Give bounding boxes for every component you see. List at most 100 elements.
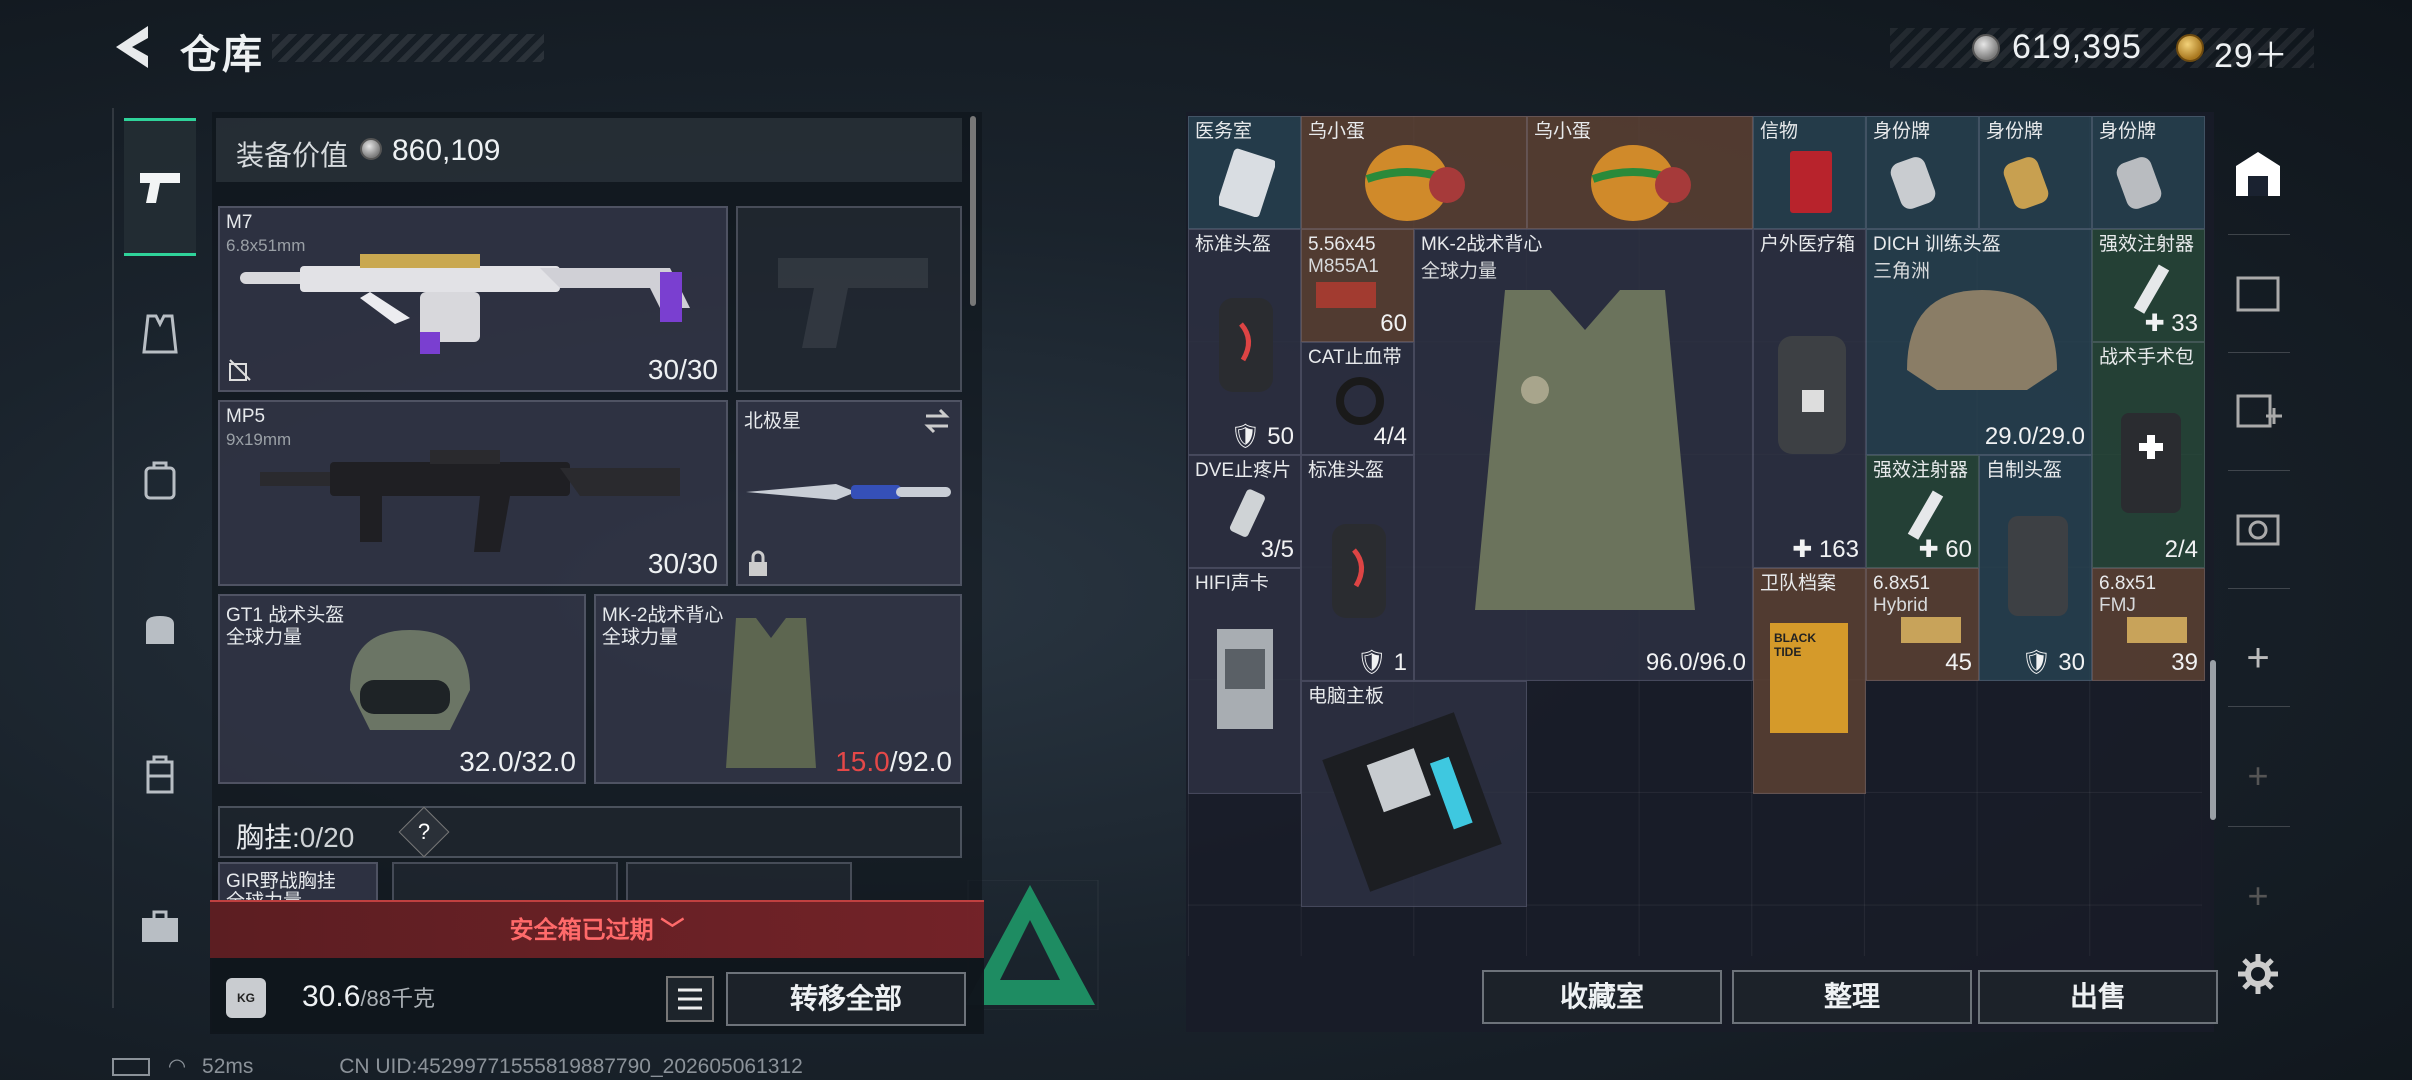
chest-rig-slot-empty[interactable] — [392, 862, 618, 902]
vest-icon — [726, 618, 816, 768]
storage-item-guard-archive[interactable]: 卫队档案 BLACK TIDE — [1753, 568, 1866, 794]
vest-nav-icon[interactable] — [138, 312, 182, 356]
pistol-slot[interactable] — [736, 206, 962, 392]
storage-item-ammo-fmj[interactable]: 6.8x51 FMJ 39 — [2092, 568, 2205, 681]
sell-button[interactable]: 出售 — [1978, 970, 2218, 1024]
storage-page-camera-icon[interactable] — [2230, 500, 2286, 556]
gt1-helmet-icon — [350, 630, 470, 730]
uid-text: CN UID:4529977155581988​7790_20260506131… — [339, 1055, 803, 1078]
helmet-faction: 全球力量 — [226, 627, 303, 648]
back-arrow-icon[interactable] — [110, 22, 156, 72]
storage-item-hifi-card[interactable]: HIFI声卡 — [1188, 568, 1301, 794]
storage-item-dogtag[interactable]: 身份牌 — [1979, 116, 2092, 229]
storage-item-ammo-556[interactable]: 5.56x45 M855A1 60 — [1301, 229, 1414, 342]
warehouse-icon[interactable] — [2230, 146, 2286, 202]
storage-item-medkit[interactable]: 户外医疗箱 ✚ 163 — [1753, 229, 1866, 568]
storage-item-dich-helmet[interactable]: DICH 训练头盔 三角洲 29.0/29.0 — [1866, 229, 2092, 455]
bag-nav-icon[interactable] — [138, 606, 182, 650]
item-count: ✚ 33 — [2144, 310, 2198, 337]
motherboard-icon — [1322, 712, 1502, 892]
divider — [2228, 706, 2290, 707]
vest-slot[interactable]: MK-2战术背心 全球力量 15.0/92.0 — [594, 594, 962, 784]
item-name: 身份牌 — [1986, 121, 2044, 142]
equipment-scrollbar[interactable] — [970, 116, 976, 306]
item-name: 电脑主板 — [1308, 686, 1385, 707]
item-name: 标准头盔 — [1308, 460, 1385, 481]
surgery-kit-icon — [2121, 413, 2181, 513]
collection-room-button[interactable]: 收藏室 — [1482, 970, 1722, 1024]
storage-page-add-icon[interactable] — [2230, 382, 2286, 438]
list-icon — [678, 988, 702, 1010]
mp5-smg-icon — [260, 450, 680, 552]
toolbox-nav-icon[interactable] — [138, 904, 182, 948]
status-bar: ◠ 52ms CN UID:4529977155581988​7790_2026… — [112, 1054, 803, 1079]
storage-item-injector[interactable]: 强效注射器 ✚ 60 — [1866, 455, 1979, 568]
storage-item-injector[interactable]: 强效注射器 ✚ 33 — [2092, 229, 2205, 342]
melee-name: 北极星 — [744, 411, 802, 432]
item-count-value: 1 — [1393, 649, 1407, 676]
chest-rig-label-text: 胸挂: — [236, 822, 300, 853]
item-uses: 4/4 — [1373, 423, 1407, 450]
melee-slot[interactable]: 北极星 — [736, 400, 962, 586]
list-button[interactable] — [666, 976, 714, 1022]
storage-item-standard-helmet[interactable]: 标准头盔 🛡 50 — [1188, 229, 1301, 455]
storage-item-dogtag[interactable]: 身份牌 — [1866, 116, 1979, 229]
dogtag-icon — [1890, 157, 1936, 209]
page-title: 仓库 — [180, 33, 264, 77]
item-name: 自制头盔 — [1986, 460, 2063, 481]
chest-rig-item[interactable]: GIR野战胸挂 全球力量 — [218, 862, 378, 902]
item-durability: 29.0/29.0 — [1984, 423, 2085, 450]
item-name: 信物 — [1760, 121, 1799, 142]
storage-item-clinic[interactable]: 医务室 — [1188, 116, 1301, 229]
storage-scrollbar[interactable] — [2210, 660, 2216, 820]
gold-amount[interactable]: 29＋ — [2214, 28, 2289, 77]
storage-item-surgery-kit[interactable]: 战术手术包 2/4 — [2092, 342, 2205, 568]
vest-faction: 全球力量 — [602, 627, 679, 648]
safe-box-expired-banner[interactable]: 安全箱已过期 ﹀ — [210, 900, 984, 958]
nav-weapons[interactable] — [124, 118, 196, 256]
item-name: 医务室 — [1195, 121, 1253, 142]
pistol-silhouette-icon — [778, 258, 928, 348]
item-name: 身份牌 — [1873, 121, 1931, 142]
backpack-nav-icon[interactable] — [138, 458, 182, 502]
storage-item-ammo-hybrid[interactable]: 6.8x51 Hybrid 45 — [1866, 568, 1979, 681]
secondary-weapon-slot[interactable]: MP5 9x19mm 30/30 — [218, 400, 728, 586]
item-count: ✚ 60 — [1918, 536, 1972, 563]
storage-item-homemade-helmet[interactable]: 自制头盔 🛡 30 — [1979, 455, 2092, 681]
item-count: 39 — [2171, 649, 2198, 676]
ammo-count: 30/30 — [647, 354, 718, 385]
chest-rig-slot-empty[interactable] — [626, 862, 852, 902]
weapon-name: MP5 — [226, 406, 266, 427]
wifi-icon: ◠ — [167, 1055, 187, 1078]
storage-item-standard-helmet[interactable]: 标准头盔 🛡 1 — [1301, 455, 1414, 681]
equipment-value-label: 装备价值 — [236, 140, 349, 171]
vest-durability-current: 15.0 — [835, 746, 890, 777]
knife-icon — [746, 484, 951, 500]
primary-weapon-slot[interactable]: M7 6.8x51mm 30/30 — [218, 206, 728, 392]
vest-icon — [1475, 290, 1695, 610]
helmet-slot[interactable]: GT1 战术头盔 全球力量 32.0/32.0 — [218, 594, 586, 784]
ammo-box-icon — [1316, 282, 1376, 308]
settings-gear-icon[interactable] — [2236, 952, 2280, 996]
storage-item-painkiller[interactable]: DVE止疼片 3/5 — [1188, 455, 1301, 568]
storage-item-motherboard[interactable]: 电脑主板 — [1301, 681, 1527, 907]
storage-item-egg[interactable]: 乌小蛋 — [1301, 116, 1527, 229]
item-count-value: 50 — [1267, 423, 1294, 450]
add-page-button[interactable]: + — [2230, 630, 2286, 686]
transfer-all-button[interactable]: 转移全部 — [726, 972, 966, 1026]
sort-button[interactable]: 整理 — [1732, 970, 1972, 1024]
storage-page-2-icon[interactable] — [2230, 264, 2286, 320]
chest-rig-capacity: 0/20 — [299, 822, 355, 853]
storage-item-tourniquet[interactable]: CAT止血带 4/4 — [1301, 342, 1414, 455]
storage-item-dogtag[interactable]: 身份牌 — [2092, 116, 2205, 229]
swap-icon[interactable] — [922, 408, 952, 434]
item-uses: 3/5 — [1260, 536, 1294, 563]
item-name: HIFI声卡 — [1195, 573, 1269, 594]
chest-rig-label: 胸挂:0/20 — [236, 816, 354, 856]
case-nav-icon[interactable] — [138, 752, 182, 796]
storage-item-letter[interactable]: 信物 — [1753, 116, 1866, 229]
tourniquet-icon — [1336, 377, 1384, 425]
storage-item-egg[interactable]: 乌小蛋 — [1527, 116, 1753, 229]
storage-item-mk2-vest[interactable]: MK-2战术背心 全球力量 96.0/96.0 — [1414, 229, 1753, 681]
pill-bottle-icon — [1229, 489, 1265, 537]
